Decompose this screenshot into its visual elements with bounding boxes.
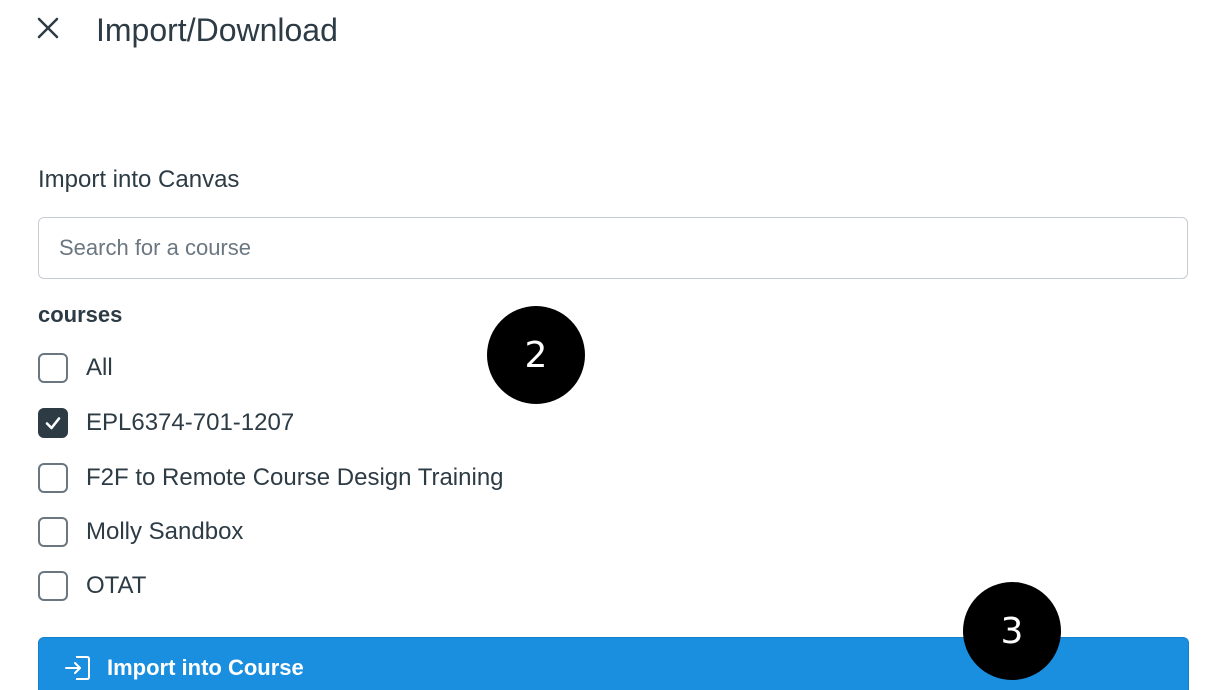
course-option-label: F2F to Remote Course Design Training xyxy=(86,464,504,491)
courses-group-label: courses xyxy=(38,302,123,327)
course-option-f2f-remote-training[interactable]: F2F to Remote Course Design Training xyxy=(38,460,504,496)
import-section-heading: Import into Canvas xyxy=(38,166,240,193)
course-option-label: Molly Sandbox xyxy=(86,518,244,545)
course-option-epl6374[interactable]: EPL6374-701-1207 xyxy=(38,405,294,441)
checkmark-icon xyxy=(45,417,61,430)
step-callout-badge: 2 xyxy=(487,306,585,404)
course-option-label: All xyxy=(86,354,113,381)
course-option-label: OTAT xyxy=(86,572,147,599)
checkbox[interactable] xyxy=(38,517,68,547)
import-download-tray: Import/Download Import into Canvas cours… xyxy=(0,0,1226,690)
course-option-otat[interactable]: OTAT xyxy=(38,568,146,604)
step-callout-badge: 3 xyxy=(963,582,1061,680)
checkbox[interactable] xyxy=(38,571,68,601)
course-option-molly-sandbox[interactable]: Molly Sandbox xyxy=(38,514,243,550)
import-icon xyxy=(65,656,90,680)
close-icon xyxy=(37,17,59,39)
import-button-label: Import into Course xyxy=(107,655,304,680)
checkbox-checked[interactable] xyxy=(38,408,68,438)
tray-title: Import/Download xyxy=(96,12,338,48)
close-button[interactable] xyxy=(34,14,62,42)
course-option-all[interactable]: All xyxy=(38,350,113,386)
checkbox[interactable] xyxy=(38,463,68,493)
course-option-label: EPL6374-701-1207 xyxy=(86,409,295,436)
course-search-input[interactable] xyxy=(38,217,1188,279)
checkbox[interactable] xyxy=(38,353,68,383)
